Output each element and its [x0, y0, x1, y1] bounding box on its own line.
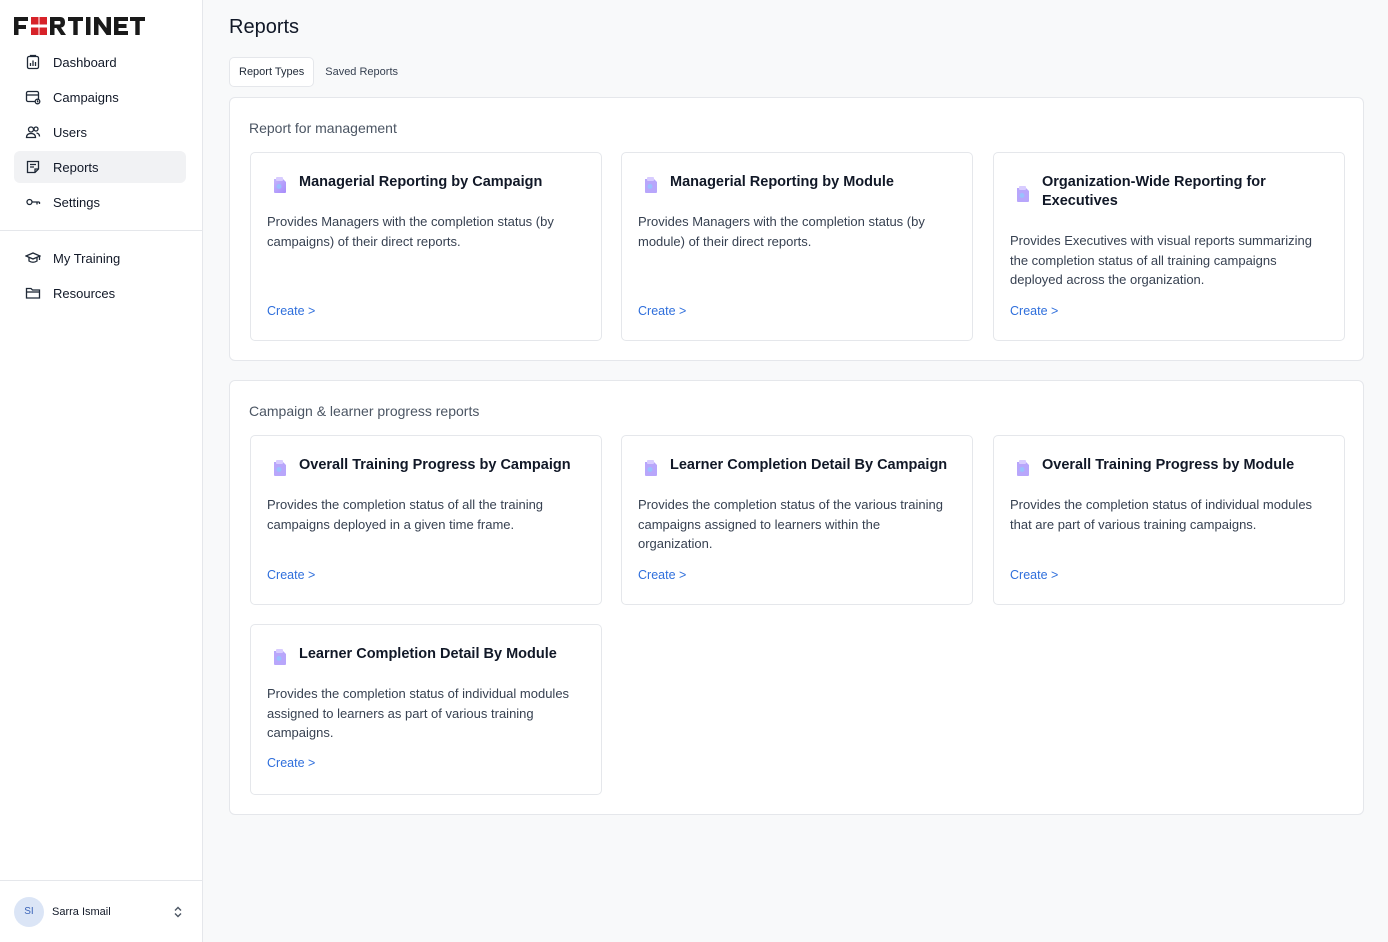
section-title: Report for management — [249, 120, 397, 136]
sidebar-item-label: Users — [53, 124, 87, 140]
report-card-title: Overall Training Progress by Campaign — [299, 457, 571, 473]
sidebar-item-label: Dashboard — [53, 54, 117, 70]
create-report-link[interactable]: Create > — [1010, 304, 1058, 318]
report-card-org-wide-executives[interactable]: Organization-Wide Reporting for Executiv… — [993, 152, 1345, 341]
dashboard-icon — [24, 53, 42, 71]
graduation-cap-icon — [24, 249, 42, 267]
sidebar-item-reports[interactable]: Reports — [14, 151, 186, 183]
create-report-link[interactable]: Create > — [267, 304, 315, 318]
tab-saved-reports[interactable]: Saved Reports — [315, 57, 408, 87]
report-card-title: Organization-Wide Reporting for Executiv… — [1042, 174, 1266, 209]
report-card-description: Provides Managers with the completion st… — [638, 214, 925, 249]
report-card-description: Provides the completion status of indivi… — [1010, 497, 1313, 532]
create-report-link[interactable]: Create > — [638, 568, 686, 582]
create-report-link[interactable]: Create > — [267, 756, 315, 770]
sidebar-item-dashboard[interactable]: Dashboard — [14, 46, 186, 78]
sidebar-item-label: Resources — [53, 285, 116, 301]
sidebar-divider — [0, 230, 203, 231]
report-icon — [271, 458, 289, 478]
users-icon — [24, 123, 42, 141]
report-tabs: Report Types Saved Reports — [229, 57, 408, 87]
tab-report-types[interactable]: Report Types — [229, 57, 315, 87]
report-card-title: Learner Completion Detail By Campaign — [670, 457, 948, 473]
report-card-description: Provides the completion status of indivi… — [267, 686, 570, 740]
reports-icon — [24, 158, 42, 176]
sidebar-item-label: Campaigns — [53, 89, 119, 105]
section-report-for-management: Report for management Managerial Reporti… — [229, 97, 1364, 361]
avatar: SI — [14, 896, 44, 927]
main-nav: Dashboard Campaigns Users Reports Settin… — [14, 46, 186, 221]
secondary-nav: My Training Resources — [14, 242, 186, 312]
report-card-title: Managerial Reporting by Module — [670, 174, 894, 190]
chevron-up-down-icon[interactable] — [171, 905, 185, 919]
section-campaign-learner-progress: Campaign & learner progress reports Over… — [229, 380, 1364, 815]
sidebar-item-resources[interactable]: Resources — [14, 277, 186, 309]
create-report-link[interactable]: Create > — [267, 568, 315, 582]
report-icon — [642, 175, 660, 195]
campaigns-icon — [24, 88, 42, 106]
report-card-description: Provides the completion status of all th… — [267, 497, 544, 532]
report-card-title: Learner Completion Detail By Module — [299, 646, 557, 662]
user-menu[interactable]: SI Sarra Ismail — [0, 880, 203, 942]
user-name: Sarra Ismail — [52, 905, 111, 918]
report-card-title: Overall Training Progress by Module — [1042, 457, 1295, 473]
main-content: Reports Report Types Saved Reports Repor… — [203, 0, 1388, 942]
sidebar-item-campaigns[interactable]: Campaigns — [14, 81, 186, 113]
report-card-learner-detail-campaign[interactable]: Learner Completion Detail By Campaign Pr… — [621, 435, 973, 605]
report-card-title: Managerial Reporting by Campaign — [299, 174, 543, 190]
sidebar-item-users[interactable]: Users — [14, 116, 186, 148]
settings-icon — [24, 193, 42, 211]
report-icon — [271, 175, 289, 195]
sidebar-item-label: Settings — [53, 194, 100, 210]
folder-icon — [24, 284, 42, 302]
report-card-learner-detail-module[interactable]: Learner Completion Detail By Module Prov… — [250, 624, 602, 795]
report-card-managerial-module[interactable]: Managerial Reporting by Module Provides … — [621, 152, 973, 341]
report-icon — [1014, 458, 1032, 478]
report-card-description: Provides Executives with visual reports … — [1010, 233, 1312, 287]
report-icon — [1014, 184, 1032, 204]
create-report-link[interactable]: Create > — [1010, 568, 1058, 582]
report-card-overall-progress-module[interactable]: Overall Training Progress by Module Prov… — [993, 435, 1345, 605]
report-icon — [271, 647, 289, 667]
sidebar-item-label: Reports — [53, 159, 99, 175]
report-card-overall-progress-campaign[interactable]: Overall Training Progress by Campaign Pr… — [250, 435, 602, 605]
page-title: Reports — [229, 16, 300, 38]
sidebar-item-settings[interactable]: Settings — [14, 186, 186, 218]
create-report-link[interactable]: Create > — [638, 304, 686, 318]
section-title: Campaign & learner progress reports — [249, 403, 480, 419]
fortinet-logo[interactable] — [14, 14, 188, 38]
sidebar-item-my-training[interactable]: My Training — [14, 242, 186, 274]
report-icon — [642, 458, 660, 478]
report-card-description: Provides the completion status of the va… — [638, 497, 943, 551]
report-card-description: Provides Managers with the completion st… — [267, 214, 554, 249]
sidebar-item-label: My Training — [53, 250, 121, 266]
sidebar: Dashboard Campaigns Users Reports Settin… — [0, 0, 203, 942]
report-card-managerial-campaign[interactable]: Managerial Reporting by Campaign Provide… — [250, 152, 602, 341]
